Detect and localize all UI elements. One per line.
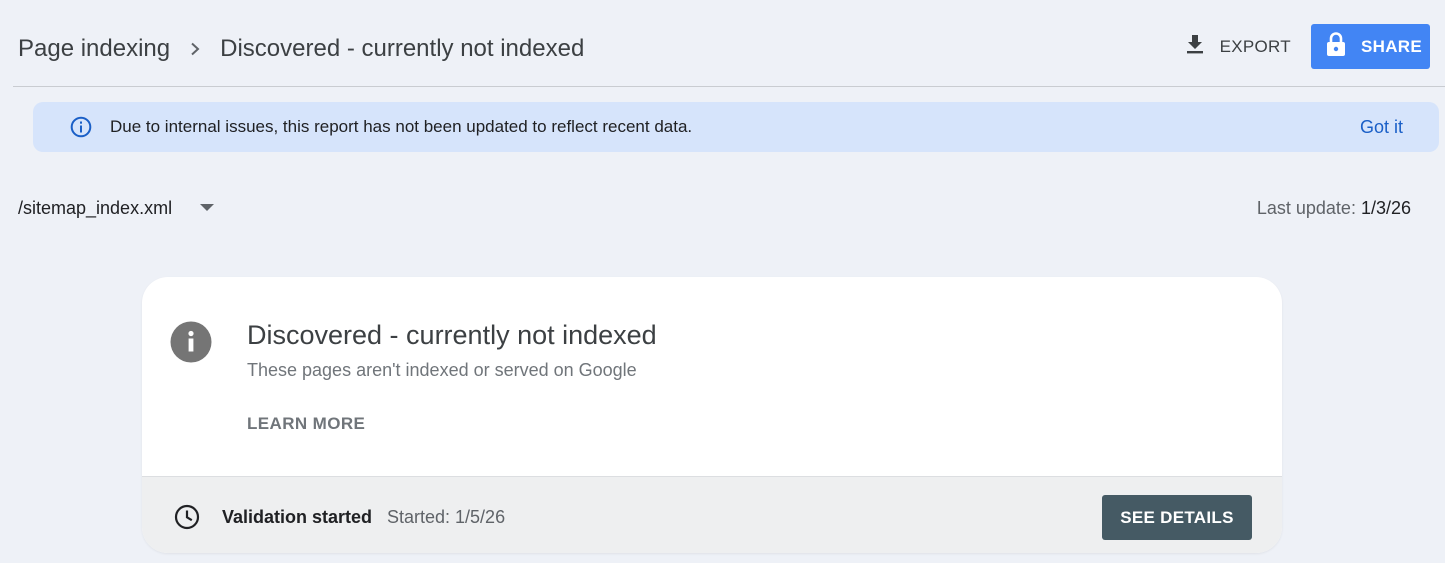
validation-started-date: Started: 1/5/26 [387, 507, 506, 527]
export-label: EXPORT [1219, 36, 1291, 56]
banner-message: Due to internal issues, this report has … [110, 117, 693, 136]
caret-down-icon [200, 199, 215, 217]
issue-title: Discovered - currently not indexed [247, 320, 657, 350]
issue-description: These pages aren't indexed or served on … [247, 360, 637, 380]
info-outline-icon [70, 116, 92, 138]
page: Page indexing Discovered - currently not… [0, 0, 1445, 563]
page-title: Discovered - currently not indexed [220, 35, 585, 62]
info-filled-icon [170, 321, 212, 363]
share-button[interactable]: SHARE [1311, 24, 1430, 69]
header-divider [13, 86, 1445, 87]
see-details-button[interactable]: SEE DETAILS [1102, 495, 1252, 540]
download-icon [1184, 33, 1220, 60]
info-banner: Due to internal issues, this report has … [33, 102, 1439, 152]
learn-more-link[interactable]: LEARN MORE [247, 413, 365, 435]
validation-footer: Validation started Started: 1/5/26 SEE D… [142, 476, 1282, 553]
sitemap-dropdown[interactable]: /sitemap_index.xml [18, 194, 215, 222]
got-it-button[interactable]: Got it [1360, 102, 1403, 152]
last-update-label: Last update: [1256, 198, 1361, 218]
last-update: Last update: 1/3/26 [1257, 194, 1411, 222]
lock-icon [1325, 31, 1361, 62]
header-actions: EXPORT SHARE [1174, 24, 1430, 69]
clock-icon [174, 504, 200, 530]
breadcrumb: Page indexing Discovered - currently not… [18, 33, 584, 65]
validation-status: Validation started [222, 507, 373, 527]
share-label: SHARE [1361, 36, 1423, 56]
export-button[interactable]: EXPORT [1174, 24, 1301, 69]
breadcrumb-page-indexing-link[interactable]: Page indexing [18, 35, 170, 63]
page-header: Page indexing Discovered - currently not… [0, 0, 1445, 87]
last-update-value: 1/3/26 [1360, 198, 1411, 218]
sitemap-value: /sitemap_index.xml [18, 197, 173, 218]
issue-card: Discovered - currently not indexed These… [142, 277, 1282, 553]
chevron-right-icon [170, 33, 220, 65]
